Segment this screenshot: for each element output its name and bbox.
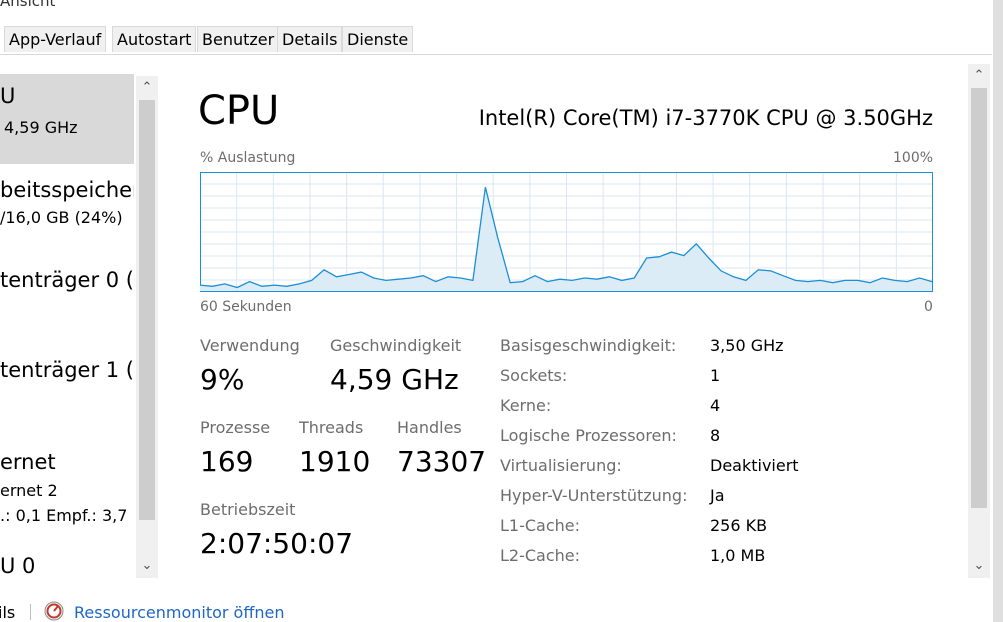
sidebar-item-sub: /16,0 GB (24%): [0, 208, 123, 227]
fewer-details-link[interactable]: ils: [0, 603, 15, 622]
chevron-down-icon[interactable]: ⌄: [136, 556, 158, 576]
info-hyperv-label: Hyper-V-Unterstützung:: [500, 486, 688, 505]
sidebar-item-cpu[interactable]: U 4,59 GHz: [0, 74, 134, 164]
sidebar-item-gpu[interactable]: U 0: [0, 544, 134, 584]
stat-threads-value: 1910: [299, 445, 371, 478]
info-cores-value: 4: [710, 396, 721, 415]
chevron-up-icon[interactable]: ⌃: [968, 66, 990, 86]
main-scrollbar[interactable]: ⌃ ⌄: [968, 64, 990, 578]
info-sockets-label: Sockets:: [500, 366, 568, 385]
stat-usage-label: Verwendung: [200, 336, 300, 355]
resource-monitor-link[interactable]: Ressourcenmonitor öffnen: [74, 603, 284, 622]
resource-monitor-icon[interactable]: [44, 601, 64, 621]
sidebar-item-title: U 0: [0, 554, 36, 578]
stat-threads-label: Threads: [299, 418, 364, 437]
scrollbar-thumb[interactable]: [971, 88, 987, 508]
info-hyperv-value: Ja: [710, 486, 725, 505]
graph-xmin-label: 0: [924, 299, 933, 315]
stat-uptime-label: Betriebszeit: [200, 500, 296, 519]
stat-handles-value: 73307: [397, 445, 487, 478]
stat-usage-value: 9%: [200, 363, 245, 396]
tab-bar: App-Verlauf Autostart Benutzer Details D…: [0, 18, 992, 55]
stat-speed-label: Geschwindigkeit: [330, 336, 462, 355]
chevron-up-icon[interactable]: ⌃: [136, 78, 158, 98]
stat-handles-label: Handles: [397, 418, 462, 437]
info-base-speed-value: 3,50 GHz: [710, 336, 784, 355]
graph-ymax-label: 100%: [893, 150, 934, 166]
info-l2-cache-value: 1,0 MB: [710, 546, 766, 565]
sidebar-item-sub2: .: 0,1 Empf.: 3,7: [0, 506, 128, 525]
cpu-usage-graph: [200, 172, 933, 292]
scrollbar-thumb[interactable]: [139, 100, 155, 520]
stat-processes-value: 169: [200, 445, 254, 478]
sidebar-item-disk-0[interactable]: tenträger 0 (C: [0, 260, 134, 320]
info-virtualization-value: Deaktiviert: [710, 456, 799, 475]
stat-speed-value: 4,59 GHz: [330, 363, 459, 396]
sidebar-item-sub: 4,59 GHz: [4, 118, 78, 137]
chevron-down-icon[interactable]: ⌄: [968, 556, 990, 576]
info-l1-cache-label: L1-Cache:: [500, 516, 581, 535]
graph-ylabel: % Auslastung: [200, 150, 296, 166]
tab-app-verlauf[interactable]: App-Verlauf: [4, 26, 107, 52]
tab-details[interactable]: Details: [277, 26, 343, 52]
graph-xlabel: 60 Sekunden: [200, 299, 292, 315]
info-logical-processors-value: 8: [710, 426, 721, 445]
menu-ansicht[interactable]: Ansicht: [0, 0, 55, 10]
info-base-speed-label: Basisgeschwindigkeit:: [500, 336, 677, 355]
tab-benutzer[interactable]: Benutzer: [197, 26, 280, 52]
info-logical-processors-label: Logische Prozessoren:: [500, 426, 677, 445]
window-edge: [993, 0, 1003, 622]
sidebar-item-title: ernet: [0, 450, 56, 474]
sidebar-item-disk-1[interactable]: tenträger 1 (I: [0, 350, 134, 410]
sidebar-item-memory[interactable]: beitsspeicher /16,0 GB (24%): [0, 172, 134, 240]
sidebar-item-title: U: [0, 84, 16, 108]
page-title: CPU: [198, 88, 280, 134]
sidebar-item-title: tenträger 0 (C: [0, 268, 134, 292]
sidebar-item-title: tenträger 1 (I: [0, 358, 134, 382]
info-cores-label: Kerne:: [500, 396, 552, 415]
sidebar-item-sub: ernet 2: [0, 481, 58, 500]
sidebar-scrollbar[interactable]: ⌃ ⌄: [136, 76, 158, 578]
cpu-model-name: Intel(R) Core(TM) i7-3770K CPU @ 3.50GHz: [478, 106, 933, 130]
footer-separator: [30, 604, 31, 620]
info-l2-cache-label: L2-Cache:: [500, 546, 581, 565]
tab-dienste[interactable]: Dienste: [342, 26, 414, 52]
sidebar-item-title: beitsspeicher: [0, 178, 134, 202]
footer-bar: ils Ressourcenmonitor öffnen: [0, 598, 993, 622]
info-virtualization-label: Virtualisierung:: [500, 456, 622, 475]
stat-processes-label: Prozesse: [200, 418, 271, 437]
sidebar-item-ethernet[interactable]: ernet ernet 2 .: 0,1 Empf.: 3,7: [0, 442, 134, 532]
info-l1-cache-value: 256 KB: [710, 516, 768, 535]
tab-autostart[interactable]: Autostart: [112, 26, 197, 52]
stat-uptime-value: 2:07:50:07: [200, 527, 354, 560]
info-sockets-value: 1: [710, 366, 721, 385]
